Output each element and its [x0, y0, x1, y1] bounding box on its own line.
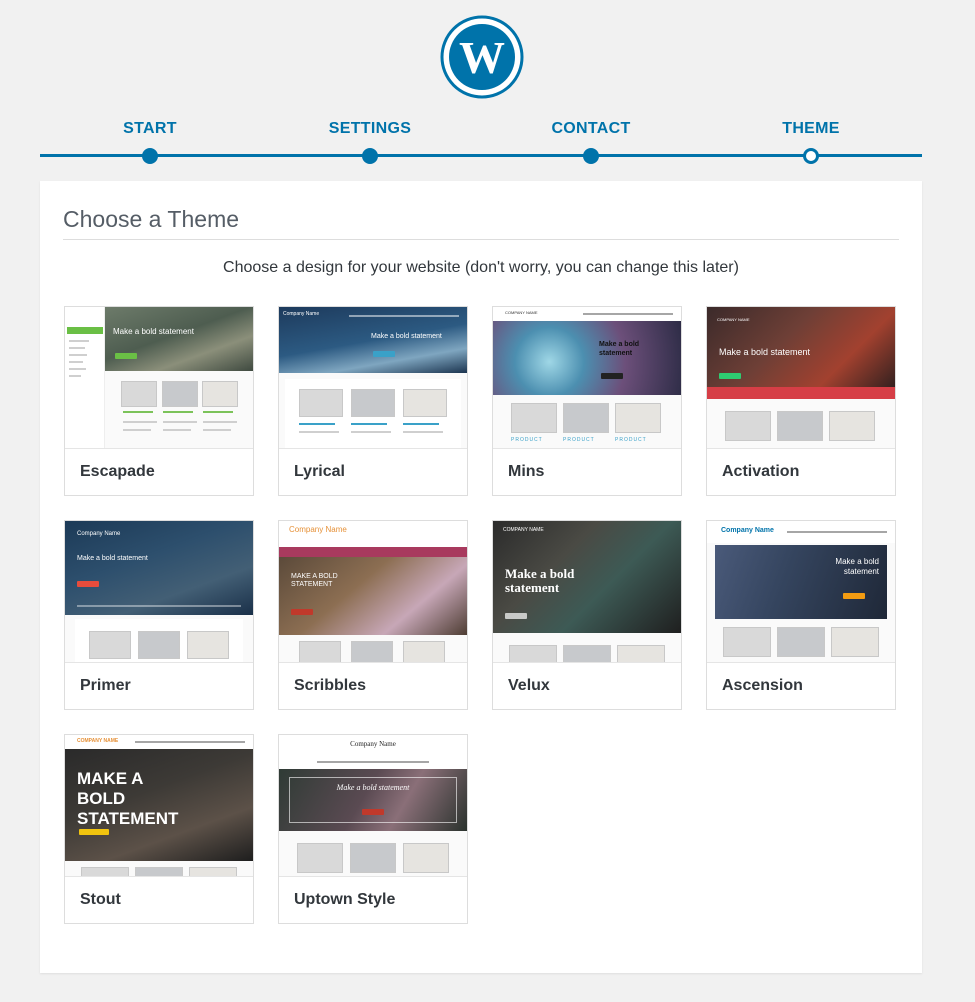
theme-name: Velux — [508, 677, 550, 694]
thumb-company: Company Name — [350, 740, 396, 748]
theme-card-stout[interactable]: COMPANY NAME MAKE A BOLD STATEMENT Stout — [64, 734, 254, 924]
theme-card-escapade[interactable]: Make a bold statement Escapade — [64, 306, 254, 496]
theme-name: Mins — [508, 463, 545, 480]
page-subtitle: Choose a design for your website (don't … — [223, 259, 739, 276]
page-title: Choose a Theme — [63, 206, 240, 232]
thumb-product: PRODUCT — [511, 437, 543, 443]
theme-thumbnail: Company Name Make a bold statement — [65, 521, 253, 663]
theme-thumbnail: Company Name Make a bold statement — [279, 307, 467, 449]
theme-thumbnail: Company Name Make a bold statement — [707, 521, 895, 663]
step-settings[interactable]: SETTINGS — [300, 118, 440, 164]
theme-thumbnail: COMPANY NAME Make a bold statement — [493, 521, 681, 663]
theme-card-lyrical[interactable]: Company Name Make a bold statement Lyric… — [278, 306, 468, 496]
theme-name: Ascension — [722, 677, 803, 694]
theme-panel: Choose a Theme Choose a design for your … — [40, 181, 922, 973]
theme-name: Uptown Style — [294, 891, 396, 908]
thumb-hero-text: Make a bold statement — [719, 347, 811, 357]
theme-name: Activation — [722, 463, 800, 480]
wordpress-logo-icon: W — [440, 15, 524, 99]
step-theme[interactable]: THEME — [741, 118, 881, 164]
theme-name: Stout — [80, 891, 121, 908]
divider — [63, 239, 899, 240]
step-dot — [583, 148, 599, 164]
step-label: THEME — [782, 120, 840, 137]
theme-thumbnail: COMPANY NAME Make a bold statement PRODU… — [493, 307, 681, 449]
theme-card-velux[interactable]: COMPANY NAME Make a bold statement Velux — [492, 520, 682, 710]
thumb-product: PRODUCT — [563, 437, 595, 443]
thumb-company: COMPANY NAME — [505, 310, 538, 315]
theme-name: Escapade — [80, 463, 155, 480]
thumb-hero-text: MAKE A BOLD STATEMENT — [77, 769, 179, 828]
progress-line — [40, 154, 922, 157]
thumb-hero-text: Make a bold statement — [371, 333, 442, 340]
theme-thumbnail: COMPANY NAME Make a bold statement — [707, 307, 895, 449]
step-label: START — [123, 120, 177, 137]
thumb-product: PRODUCT — [615, 437, 647, 443]
step-label: CONTACT — [551, 120, 631, 137]
thumb-company: Company Name — [77, 531, 121, 537]
theme-card-activation[interactable]: COMPANY NAME Make a bold statement Activ… — [706, 306, 896, 496]
thumb-company: COMPANY NAME — [503, 527, 544, 533]
thumb-company: COMPANY NAME — [77, 738, 119, 744]
thumb-hero-text: Make a bold statement — [505, 566, 575, 595]
theme-thumbnail: Company Name MAKE A BOLD STATEMENT — [279, 521, 467, 663]
thumb-hero-text: Make a bold statement — [835, 557, 879, 576]
theme-name: Lyrical — [294, 463, 345, 480]
thumb-hero-text: Make a bold statement — [599, 341, 640, 357]
step-dot — [362, 148, 378, 164]
thumb-hero-text: Make a bold statement — [77, 555, 148, 562]
svg-text:W: W — [459, 32, 505, 83]
thumb-hero-text: Make a bold statement — [336, 783, 410, 792]
theme-card-uptown-style[interactable]: Company Name Make a bold statement Uptow… — [278, 734, 468, 924]
theme-card-scribbles[interactable]: Company Name MAKE A BOLD STATEMENT Scrib… — [278, 520, 468, 710]
thumb-company: COMPANY NAME — [717, 317, 750, 322]
thumb-company: Company Name — [289, 525, 347, 534]
theme-card-mins[interactable]: COMPANY NAME Make a bold statement PRODU… — [492, 306, 682, 496]
theme-thumbnail: Company Name Make a bold statement — [279, 735, 467, 877]
theme-card-ascension[interactable]: Company Name Make a bold statement Ascen… — [706, 520, 896, 710]
thumb-hero-text: MAKE A BOLD STATEMENT — [291, 573, 338, 588]
theme-thumbnail: COMPANY NAME MAKE A BOLD STATEMENT — [65, 735, 253, 877]
step-label: SETTINGS — [328, 120, 412, 137]
thumb-company: Company Name — [283, 311, 320, 317]
theme-thumbnail: Make a bold statement — [65, 307, 253, 449]
step-dot-current — [803, 148, 819, 164]
step-start[interactable]: START — [80, 118, 220, 164]
progress-steps: START SETTINGS CONTACT THEME — [40, 118, 922, 168]
step-contact[interactable]: CONTACT — [521, 118, 661, 164]
theme-card-primer[interactable]: Company Name Make a bold statement Prime… — [64, 520, 254, 710]
step-dot — [142, 148, 158, 164]
theme-name: Primer — [80, 677, 131, 694]
theme-name: Scribbles — [294, 677, 367, 694]
thumb-company: Company Name — [721, 527, 774, 534]
thumb-hero-text: Make a bold statement — [113, 327, 194, 336]
